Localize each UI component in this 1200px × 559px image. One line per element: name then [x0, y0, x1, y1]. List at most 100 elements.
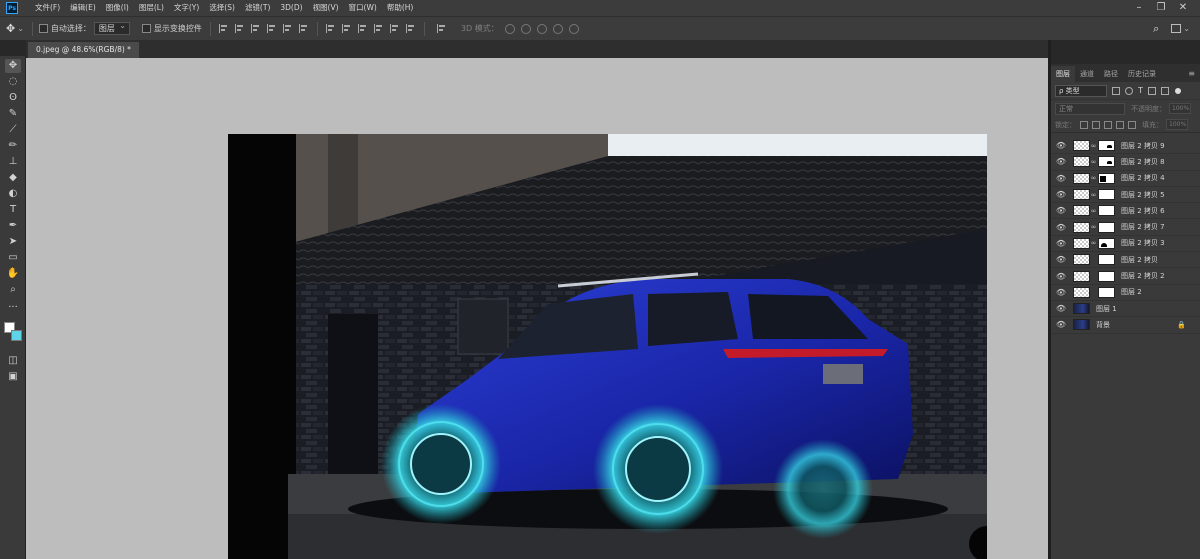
distribute-vcenter-icon[interactable] [341, 24, 352, 33]
layer-mask-thumbnail[interactable] [1098, 205, 1115, 217]
distribute-top-icon[interactable] [325, 24, 336, 33]
search-icon[interactable]: ⌕ [1153, 22, 1159, 36]
panel-menu-icon[interactable]: ≡ [1188, 66, 1195, 82]
layer-kind-dropdown[interactable]: ρ 类型 [1055, 84, 1107, 97]
layer-row[interactable]: 👁 图层 2 拷贝 [1051, 252, 1200, 269]
lasso-tool-icon[interactable]: ʘ [5, 91, 21, 105]
pen-tool-icon[interactable]: ✒ [5, 219, 21, 233]
distribute-hcenter-icon[interactable] [389, 24, 400, 33]
brush-tool-icon[interactable]: ✏ [5, 139, 21, 153]
layer-mask-thumbnail[interactable] [1098, 286, 1115, 298]
visibility-eye-icon[interactable]: 👁 [1051, 288, 1071, 297]
move-tool-preset[interactable]: ✥ ⌄ [6, 22, 24, 35]
distribute-right-icon[interactable] [405, 24, 416, 33]
slide-3d-icon[interactable] [552, 23, 563, 34]
menu-type[interactable]: 文字(Y) [169, 0, 204, 16]
menu-3d[interactable]: 3D(D) [275, 0, 307, 16]
visibility-eye-icon[interactable]: 👁 [1051, 320, 1071, 329]
layer-mask-thumbnail[interactable] [1098, 237, 1115, 249]
visibility-eye-icon[interactable]: 👁 [1051, 272, 1071, 281]
distribute-bottom-icon[interactable] [357, 24, 368, 33]
orbit-3d-icon[interactable] [504, 23, 515, 34]
align-bottom-icon[interactable] [250, 24, 261, 33]
screen-mode-icon[interactable]: ▣ [5, 370, 21, 384]
menu-image[interactable]: 图像(I) [101, 0, 134, 16]
eraser-tool-icon[interactable]: ◆ [5, 171, 21, 185]
auto-select-dropdown[interactable]: 图层 [93, 20, 130, 35]
path-select-tool-icon[interactable]: ➤ [5, 235, 21, 249]
document-tab[interactable]: 0.jpeg @ 48.6%(RGB/8) * [28, 42, 139, 58]
filter-shape-icon[interactable] [1147, 86, 1156, 95]
layer-row[interactable]: 👁 图层 1 [1051, 301, 1200, 318]
align-left-icon[interactable] [266, 24, 277, 33]
layer-row[interactable]: 👁 ∞ 图层 2 拷贝 3 [1051, 236, 1200, 253]
layer-row[interactable]: 👁 ∞ 图层 2 拷贝 4 [1051, 171, 1200, 187]
layer-row[interactable]: 👁 图层 2 拷贝 2 [1051, 268, 1200, 285]
layer-mask-thumbnail[interactable] [1098, 221, 1115, 233]
tab-paths[interactable]: 路径 [1099, 66, 1123, 82]
align-top-icon[interactable] [218, 24, 229, 33]
link-icon[interactable]: ∞ [1090, 158, 1097, 166]
layer-mask-thumbnail[interactable] [1098, 270, 1115, 282]
more-tools-icon[interactable]: ··· [5, 301, 21, 315]
layer-mask-thumbnail[interactable] [1098, 172, 1115, 184]
lock-pixels-icon[interactable] [1092, 120, 1100, 129]
eyedropper-tool-icon[interactable]: ⟋ [5, 123, 21, 137]
visibility-eye-icon[interactable]: 👁 [1051, 304, 1071, 313]
layer-row[interactable]: 👁 ∞ 图层 2 拷贝 8 [1051, 154, 1200, 171]
visibility-eye-icon[interactable]: 👁 [1051, 141, 1071, 150]
link-icon[interactable]: ∞ [1090, 142, 1097, 150]
visibility-eye-icon[interactable]: 👁 [1051, 223, 1071, 232]
minimize-icon[interactable]: – [1128, 0, 1150, 16]
link-icon[interactable]: ∞ [1090, 191, 1097, 199]
filter-adjustment-icon[interactable] [1125, 86, 1133, 95]
lock-artboard-icon[interactable] [1116, 120, 1124, 129]
text-tool-icon[interactable]: T [5, 203, 21, 217]
hand-tool-icon[interactable]: ✋ [5, 267, 21, 281]
menu-edit[interactable]: 编辑(E) [65, 0, 101, 16]
visibility-eye-icon[interactable]: 👁 [1051, 239, 1071, 248]
link-icon[interactable]: ∞ [1090, 223, 1097, 231]
canvas-area[interactable] [26, 58, 1048, 559]
show-transform-checkbox[interactable] [141, 24, 151, 33]
align-right-icon[interactable] [298, 24, 309, 33]
menu-file[interactable]: 文件(F) [30, 0, 65, 16]
drag-3d-icon[interactable] [536, 23, 547, 34]
opacity-input[interactable]: 100% [1169, 103, 1191, 114]
filter-text-icon[interactable]: T [1138, 86, 1143, 95]
bucket-tool-icon[interactable]: ◐ [5, 187, 21, 201]
move-tool-icon[interactable]: ✥ [5, 59, 21, 73]
stamp-tool-icon[interactable]: ⊥ [5, 155, 21, 169]
auto-select-checkbox[interactable] [38, 24, 48, 33]
align-vcenter-icon[interactable] [234, 24, 245, 33]
rectangle-tool-icon[interactable]: ▭ [5, 251, 21, 265]
layer-row[interactable]: 👁 ∞ 图层 2 拷贝 6 [1051, 203, 1200, 220]
filter-pixel-icon[interactable] [1112, 86, 1120, 95]
workspace-icon[interactable] [1171, 24, 1182, 33]
layer-row[interactable]: 👁 ∞ 图层 2 拷贝 9 [1051, 138, 1200, 155]
document-image[interactable] [228, 134, 987, 559]
quick-select-tool-icon[interactable]: ✎ [5, 107, 21, 121]
tab-channels[interactable]: 通道 [1075, 66, 1099, 82]
tab-layers[interactable]: 图层 [1051, 66, 1075, 82]
zoom-tool-icon[interactable]: ⌕ [5, 283, 21, 297]
distribute-left-icon[interactable] [373, 24, 384, 33]
align-hcenter-icon[interactable] [282, 24, 293, 33]
layer-mask-thumbnail[interactable] [1098, 156, 1115, 168]
layer-row[interactable]: 👁 ∞ 图层 2 拷贝 5 [1051, 187, 1200, 204]
layer-row[interactable]: 👁 ∞ 图层 2 拷贝 7 [1051, 219, 1200, 236]
lock-position-icon[interactable] [1104, 120, 1112, 129]
link-icon[interactable]: ∞ [1090, 207, 1097, 215]
close-icon[interactable]: ✕ [1172, 0, 1194, 16]
layer-mask-thumbnail[interactable] [1098, 140, 1115, 152]
layer-row[interactable]: 👁 图层 2 [1051, 285, 1200, 301]
menu-window[interactable]: 窗口(W) [344, 0, 382, 16]
auto-align-icon[interactable] [436, 24, 447, 33]
menu-layer[interactable]: 图层(L) [134, 0, 169, 16]
layer-row[interactable]: 👁 背景 🔒 [1051, 317, 1200, 334]
menu-filter[interactable]: 滤镜(T) [240, 0, 275, 16]
blend-mode-dropdown[interactable]: 正常 [1055, 102, 1125, 115]
restore-icon[interactable]: ❐ [1150, 0, 1172, 16]
lock-all-icon[interactable] [1128, 120, 1136, 129]
tab-history[interactable]: 历史记录 [1123, 66, 1161, 82]
